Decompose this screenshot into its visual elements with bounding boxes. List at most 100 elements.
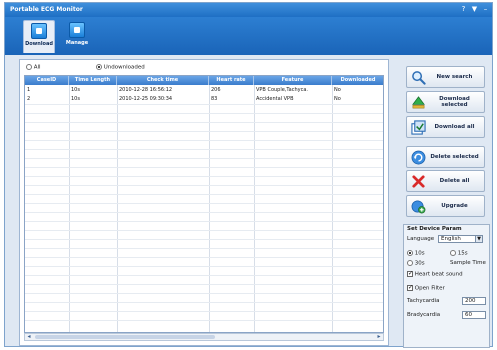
heart-beat-sound-checkbox[interactable]: [407, 270, 413, 277]
row-divider: [25, 203, 383, 204]
upgrade-button[interactable]: Upgrade: [406, 195, 485, 217]
cell-time-length: 10s: [71, 96, 80, 102]
table-header: CaseID Time Length Check time Heart rate…: [25, 76, 383, 85]
download-selected-button[interactable]: Download selected: [406, 91, 485, 113]
tachycardia-input[interactable]: 200: [462, 297, 486, 305]
delete-x-icon: [412, 175, 425, 188]
download-all-label: Download all: [434, 124, 475, 130]
scroll-thumb[interactable]: [35, 335, 215, 339]
cell-check-time: 2010-12-25 09:30:34: [119, 96, 173, 102]
heart-beat-sound-label: Heart beat sound: [414, 271, 463, 278]
heart-beat-sound-option[interactable]: Heart beat sound: [407, 270, 463, 278]
tab-download[interactable]: Download: [23, 20, 55, 53]
tab-manage-label: Manage: [65, 40, 89, 46]
tab-manage[interactable]: Manage: [61, 20, 93, 53]
language-select[interactable]: English ▼: [438, 235, 483, 243]
filter-undownloaded-radio[interactable]: [96, 64, 102, 70]
sample-30s-label: 30s: [414, 260, 425, 267]
row-divider: [25, 248, 383, 249]
records-table[interactable]: CaseID Time Length Check time Heart rate…: [24, 75, 384, 333]
window-title: Portable ECG Monitor: [10, 6, 83, 13]
row-divider: [25, 230, 383, 231]
row-divider: [25, 221, 383, 222]
cell-heart-rate: 83: [211, 96, 218, 102]
row-divider: [25, 185, 383, 186]
row-divider: [25, 113, 383, 114]
cell-downloaded: No: [334, 87, 341, 93]
minimize-button[interactable]: –: [481, 5, 490, 14]
help-icon[interactable]: ?: [459, 5, 468, 14]
open-filter-option[interactable]: Open Filter: [407, 284, 445, 292]
sample-30s-radio[interactable]: [407, 260, 413, 266]
row-divider: [25, 140, 383, 141]
sample-15s-label: 15s: [457, 250, 468, 257]
filter-undownloaded-label: Undownloaded: [103, 64, 145, 71]
bradycardia-input[interactable]: 60: [462, 311, 486, 319]
upgrade-label: Upgrade: [441, 203, 468, 209]
column-header-downloaded[interactable]: Downloaded: [332, 76, 383, 85]
cell-time-length: 10s: [71, 87, 80, 93]
column-header-heart-rate[interactable]: Heart rate: [209, 76, 254, 85]
manage-icon: [69, 22, 85, 38]
row-divider: [25, 104, 383, 105]
filter-all[interactable]: All: [26, 64, 41, 71]
row-divider: [25, 176, 383, 177]
language-select-value: English: [441, 236, 461, 242]
download-all-button[interactable]: Download all: [406, 116, 485, 138]
column-header-feature[interactable]: Feature: [254, 76, 332, 85]
horizontal-scrollbar[interactable]: ◂ ▸: [24, 333, 384, 341]
tachycardia-label: Tachycardia: [407, 298, 440, 304]
open-filter-label: Open Filter: [414, 285, 445, 292]
cell-feature: Accidental VPB: [256, 96, 294, 102]
row-divider: [25, 257, 383, 258]
download-selected-label: Download selected: [439, 96, 470, 108]
delete-all-button[interactable]: Delete all: [406, 170, 485, 192]
row-divider: [25, 311, 383, 312]
language-label: Language: [407, 236, 435, 242]
new-search-button[interactable]: New search: [406, 66, 485, 88]
sample-15s-radio[interactable]: [450, 250, 456, 256]
row-divider: [25, 122, 383, 123]
scroll-left-icon[interactable]: ◂: [25, 334, 33, 340]
table-row[interactable]: 2 10s 2010-12-25 09:30:34 83 Accidental …: [25, 95, 383, 104]
cell-caseid: 1: [27, 87, 31, 93]
cell-feature: VPB Couple,Tachyca.: [256, 87, 308, 93]
chevron-down-icon[interactable]: ▼: [475, 236, 482, 242]
table-row[interactable]: 1 10s 2010-12-28 16:56:12 206 VPB Couple…: [25, 86, 383, 95]
download-icon: [31, 23, 47, 39]
app-window: Portable ECG Monitor ? ▼ – Download Mana…: [4, 2, 493, 348]
filter-undownloaded[interactable]: Undownloaded: [96, 64, 145, 71]
row-divider: [25, 266, 383, 267]
cell-downloaded: No: [334, 96, 341, 102]
title-bar: Portable ECG Monitor ? ▼ –: [5, 3, 492, 17]
cell-heart-rate: 206: [211, 87, 221, 93]
sample-time-label: Sample Time: [450, 260, 486, 266]
filter-all-radio[interactable]: [26, 64, 32, 70]
open-filter-checkbox[interactable]: [407, 284, 413, 291]
new-search-label: New search: [436, 74, 473, 80]
menu-dropdown-icon[interactable]: ▼: [470, 5, 479, 14]
bradycardia-label: Bradycardia: [407, 312, 441, 318]
tab-download-label: Download: [25, 41, 53, 47]
sample-10s-radio[interactable]: [407, 250, 413, 256]
sample-30s-option[interactable]: 30s: [407, 260, 425, 267]
column-header-check-time[interactable]: Check time: [117, 76, 209, 85]
delete-selected-button[interactable]: Delete selected: [406, 146, 485, 168]
device-param-title: Set Device Param: [407, 226, 462, 232]
sample-15s-option[interactable]: 15s: [450, 250, 468, 257]
sample-10s-option[interactable]: 10s: [407, 250, 425, 257]
row-divider: [25, 131, 383, 132]
row-divider: [25, 302, 383, 303]
column-header-caseid[interactable]: CaseID: [25, 76, 69, 85]
row-divider: [25, 149, 383, 150]
row-divider: [25, 158, 383, 159]
scroll-right-icon[interactable]: ▸: [375, 334, 383, 340]
row-divider: [25, 194, 383, 195]
row-divider: [25, 167, 383, 168]
column-header-time-length[interactable]: Time Length: [69, 76, 117, 85]
row-divider: [25, 284, 383, 285]
magnifier-icon: [412, 71, 426, 85]
row-divider: [25, 275, 383, 276]
row-divider: [25, 293, 383, 294]
row-divider: [25, 212, 383, 213]
